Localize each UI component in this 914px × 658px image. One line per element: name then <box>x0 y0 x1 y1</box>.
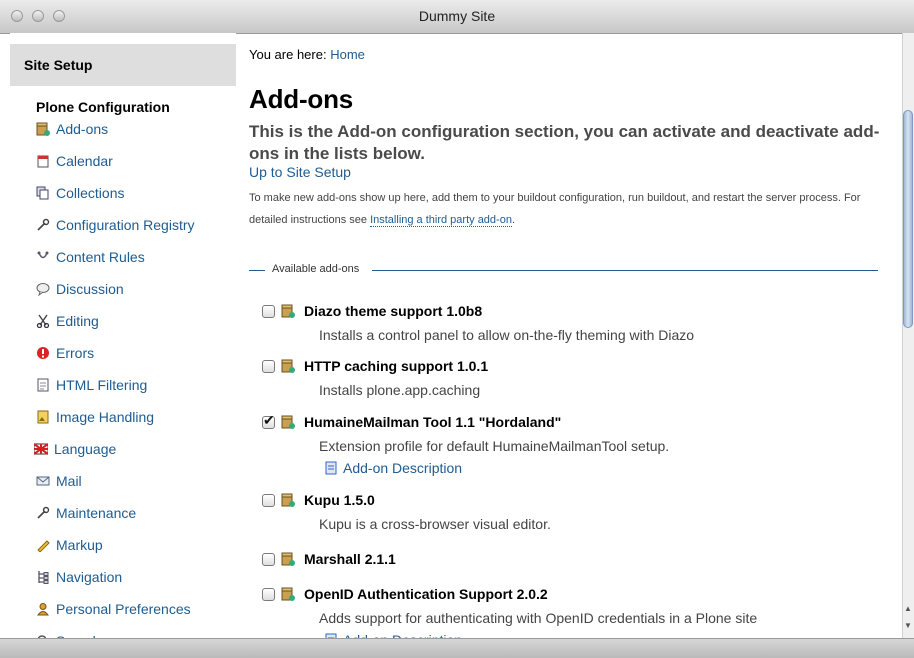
browser-window: Dummy Site Site Setup Plone Configuratio… <box>0 0 914 658</box>
addon-description: Installs plone.app.caching <box>319 382 481 398</box>
sidebar-item-label: Navigation <box>56 569 123 585</box>
sidebar-item-label: Markup <box>56 537 103 553</box>
addon-checkbox[interactable] <box>262 305 275 318</box>
user-icon <box>37 603 49 616</box>
breadcrumb: You are here: Home <box>249 47 365 62</box>
document-icon <box>37 378 49 392</box>
package-icon <box>281 493 295 507</box>
sidebar-item-label: Content Rules <box>56 249 145 265</box>
up-to-site-setup-link[interactable]: Up to Site Setup <box>249 164 351 180</box>
scrollbar-thumb[interactable] <box>903 110 913 328</box>
title-bar: Dummy Site <box>0 0 914 34</box>
fieldset-border <box>372 270 878 271</box>
addon-name: HumaineMailman Tool 1.1 "Hordaland" <box>304 414 562 430</box>
fieldset-border <box>249 270 265 271</box>
sidebar-item-maintenance[interactable]: Maintenance <box>36 505 136 525</box>
addon-name: Kupu 1.5.0 <box>304 492 375 508</box>
info-document-icon <box>325 461 337 475</box>
sidebar-item-markup[interactable]: Markup <box>36 537 103 557</box>
addon-description: Kupu is a cross-browser visual editor. <box>319 516 551 532</box>
package-icon <box>281 552 295 566</box>
sidebar-item-label: Add-ons <box>56 121 109 137</box>
sidebar-item-label: Configuration Registry <box>56 217 195 233</box>
package-icon <box>36 122 50 136</box>
wrench-icon <box>37 218 50 231</box>
sidebar-item-add-ons[interactable]: Add-ons <box>36 121 108 141</box>
sidebar-item-content-rules[interactable]: Content Rules <box>36 249 145 269</box>
sidebar-item-html-filtering[interactable]: HTML Filtering <box>36 377 147 397</box>
addon-description: Adds support for authenticating with Ope… <box>319 610 758 626</box>
sidebar-item-collections[interactable]: Collections <box>36 185 124 205</box>
sidebar-item-label: Collections <box>56 185 125 201</box>
sidebar-item-label: Personal Preferences <box>56 601 191 617</box>
sidebar-item-discussion[interactable]: Discussion <box>36 281 124 301</box>
page-description: This is the Add-on configuration section… <box>249 122 880 163</box>
pencil-icon <box>37 540 50 552</box>
addon-name: HTTP caching support 1.0.1 <box>304 358 489 374</box>
window-title: Dummy Site <box>418 8 496 24</box>
sidebar-item-label: Calendar <box>56 153 113 169</box>
sidebar-item-personal-preferences[interactable]: Personal Preferences <box>36 601 191 621</box>
sidebar-item-label: Editing <box>56 313 99 329</box>
scroll-up-arrow[interactable]: ▲ <box>903 604 913 613</box>
addon-checkbox[interactable] <box>262 553 275 566</box>
hint-text: To make new add-ons show up here, add th… <box>249 192 861 226</box>
mail-icon <box>36 476 50 486</box>
sidebar-item-label: HTML Filtering <box>56 377 148 393</box>
discussion-icon <box>36 283 50 296</box>
installing-addon-link[interactable]: Installing a third party add-on <box>370 214 512 227</box>
navigation-icon <box>38 571 49 584</box>
sidebar-item-configuration-registry[interactable]: Configuration Registry <box>36 217 195 237</box>
addon-description: Extension profile for default HumaineMai… <box>319 438 670 454</box>
language-flag-icon <box>34 443 48 455</box>
sidebar-item-image-handling[interactable]: Image Handling <box>36 409 154 429</box>
addon-link-label: Add-on Description <box>343 460 463 476</box>
addon-checkbox[interactable] <box>262 588 275 601</box>
image-icon <box>37 410 49 424</box>
wrench-icon <box>37 506 50 519</box>
sidebar-item-label: Discussion <box>56 281 124 297</box>
scroll-down-arrow[interactable]: ▼ <box>903 621 913 630</box>
breadcrumb-home-link[interactable]: Home <box>330 47 365 62</box>
addon-name: Diazo theme support 1.0b8 <box>304 303 483 319</box>
addon-name: Marshall 2.1.1 <box>304 551 396 567</box>
available-addons-legend: Available add-ons <box>268 263 364 275</box>
package-icon <box>281 415 295 429</box>
scissors-icon <box>36 314 50 328</box>
collections-icon <box>36 186 49 200</box>
sidebar-item-calendar[interactable]: Calendar <box>36 153 113 173</box>
package-icon <box>281 304 295 318</box>
breadcrumb-prefix: You are here: <box>249 47 331 62</box>
sidebar-item-editing[interactable]: Editing <box>36 313 99 333</box>
addon-name: OpenID Authentication Support 2.0.2 <box>304 586 548 602</box>
sidebar-item-label: Language <box>54 441 117 457</box>
sidebar-item-language[interactable]: Language <box>34 441 116 461</box>
package-icon <box>281 587 295 601</box>
addon-checkbox[interactable] <box>262 494 275 507</box>
package-icon <box>281 359 295 373</box>
install-hint: To make new add-ons show up here, add th… <box>249 187 889 231</box>
sidebar-item-label: Mail <box>56 473 82 489</box>
status-bar <box>0 638 914 658</box>
addon-description: Installs a control panel to allow on-the… <box>319 327 695 343</box>
sidebar-item-label: Errors <box>56 345 95 361</box>
sidebar-item-label: Image Handling <box>56 409 155 425</box>
sidebar-item-errors[interactable]: Errors <box>36 345 94 365</box>
sidebar-item-mail[interactable]: Mail <box>36 473 82 493</box>
addon-description-link[interactable]: Add-on Description <box>324 460 462 476</box>
calendar-icon <box>37 155 49 168</box>
sidebar-item-navigation[interactable]: Navigation <box>36 569 122 589</box>
hint-end: . <box>511 214 516 226</box>
error-icon <box>37 347 49 359</box>
addon-checkbox[interactable] <box>262 360 275 373</box>
sidebar-header[interactable]: Site Setup <box>10 44 236 86</box>
sidebar-item-label: Maintenance <box>56 505 137 521</box>
page-title: Add-ons <box>249 84 354 114</box>
sidebar-section-title: Plone Configuration <box>36 99 170 115</box>
addon-checkbox-checked[interactable] <box>262 412 275 429</box>
content-rules-icon <box>37 251 49 259</box>
